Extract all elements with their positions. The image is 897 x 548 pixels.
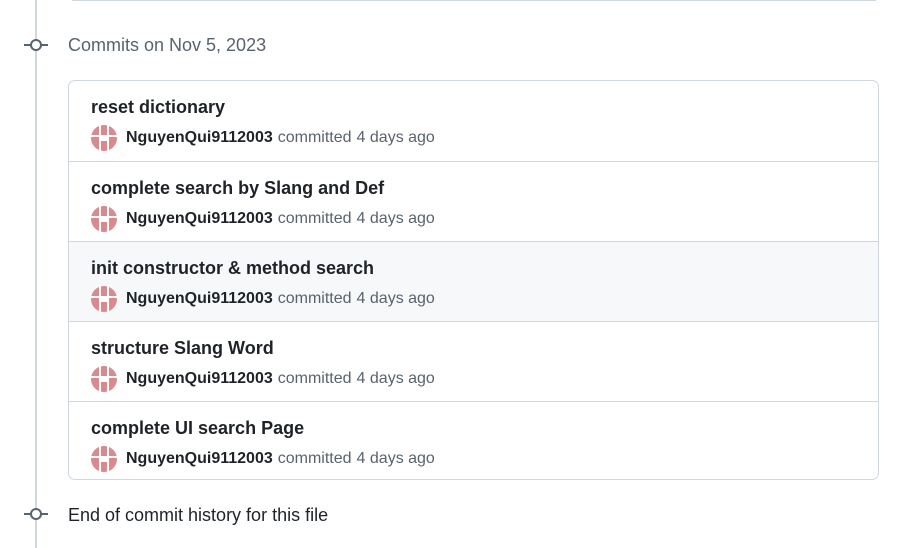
commit-title-link[interactable]: complete search by Slang and Def: [91, 177, 384, 199]
commit-title-link[interactable]: complete UI search Page: [91, 417, 304, 439]
timeline-line: [35, 0, 37, 548]
commit-meta: NguyenQui9112003 committed 4 days ago: [91, 366, 435, 392]
identicon-avatar[interactable]: [91, 206, 117, 232]
commit-list: reset dictionary NguyenQui9112003 commit…: [68, 80, 879, 480]
identicon-avatar[interactable]: [91, 125, 117, 151]
commit-row: complete UI search Page NguyenQui9112003…: [69, 401, 878, 479]
commit-time: 4 days ago: [356, 129, 435, 146]
commit-action-text: committed: [277, 210, 352, 227]
commit-row: init constructor & method search NguyenQ…: [69, 241, 878, 321]
commit-action-text: committed: [277, 290, 352, 307]
commit-row: complete search by Slang and Def NguyenQ…: [69, 161, 878, 241]
commit-meta: NguyenQui9112003 committed 4 days ago: [91, 206, 435, 232]
commit-author-link[interactable]: NguyenQui9112003: [126, 210, 273, 228]
commits-date-heading: Commits on Nov 5, 2023: [68, 35, 267, 55]
commit-time: 4 days ago: [356, 450, 435, 467]
end-of-history-text: End of commit history for this file: [68, 505, 329, 525]
commit-time: 4 days ago: [356, 370, 435, 387]
commit-meta: NguyenQui9112003 committed 4 days ago: [91, 286, 435, 312]
commit-title-link[interactable]: init constructor & method search: [91, 257, 374, 279]
git-commit-icon: [24, 506, 48, 522]
commit-action-text: committed: [277, 129, 352, 146]
commit-title-link[interactable]: reset dictionary: [91, 96, 225, 118]
identicon-avatar[interactable]: [91, 446, 117, 472]
commit-author-link[interactable]: NguyenQui9112003: [126, 450, 273, 468]
commit-action-text: committed: [277, 370, 352, 387]
commit-title-link[interactable]: structure Slang Word: [91, 337, 274, 359]
commit-row: reset dictionary NguyenQui9112003 commit…: [69, 81, 878, 161]
commit-time: 4 days ago: [356, 290, 435, 307]
git-commit-icon: [24, 37, 48, 53]
top-divider: [72, 0, 876, 1]
commit-row: structure Slang Word NguyenQui9112003 co…: [69, 321, 878, 401]
commit-history-page: Commits on Nov 5, 2023 reset dictionary: [0, 0, 897, 548]
identicon-avatar[interactable]: [91, 366, 117, 392]
commit-time: 4 days ago: [356, 210, 435, 227]
commit-meta: NguyenQui9112003 committed 4 days ago: [91, 446, 435, 472]
commit-author-link[interactable]: NguyenQui9112003: [126, 129, 273, 147]
commit-author-link[interactable]: NguyenQui9112003: [126, 290, 273, 308]
commit-meta: NguyenQui9112003 committed 4 days ago: [91, 125, 435, 151]
commit-action-text: committed: [277, 450, 352, 467]
commit-author-link[interactable]: NguyenQui9112003: [126, 370, 273, 388]
identicon-avatar[interactable]: [91, 286, 117, 312]
